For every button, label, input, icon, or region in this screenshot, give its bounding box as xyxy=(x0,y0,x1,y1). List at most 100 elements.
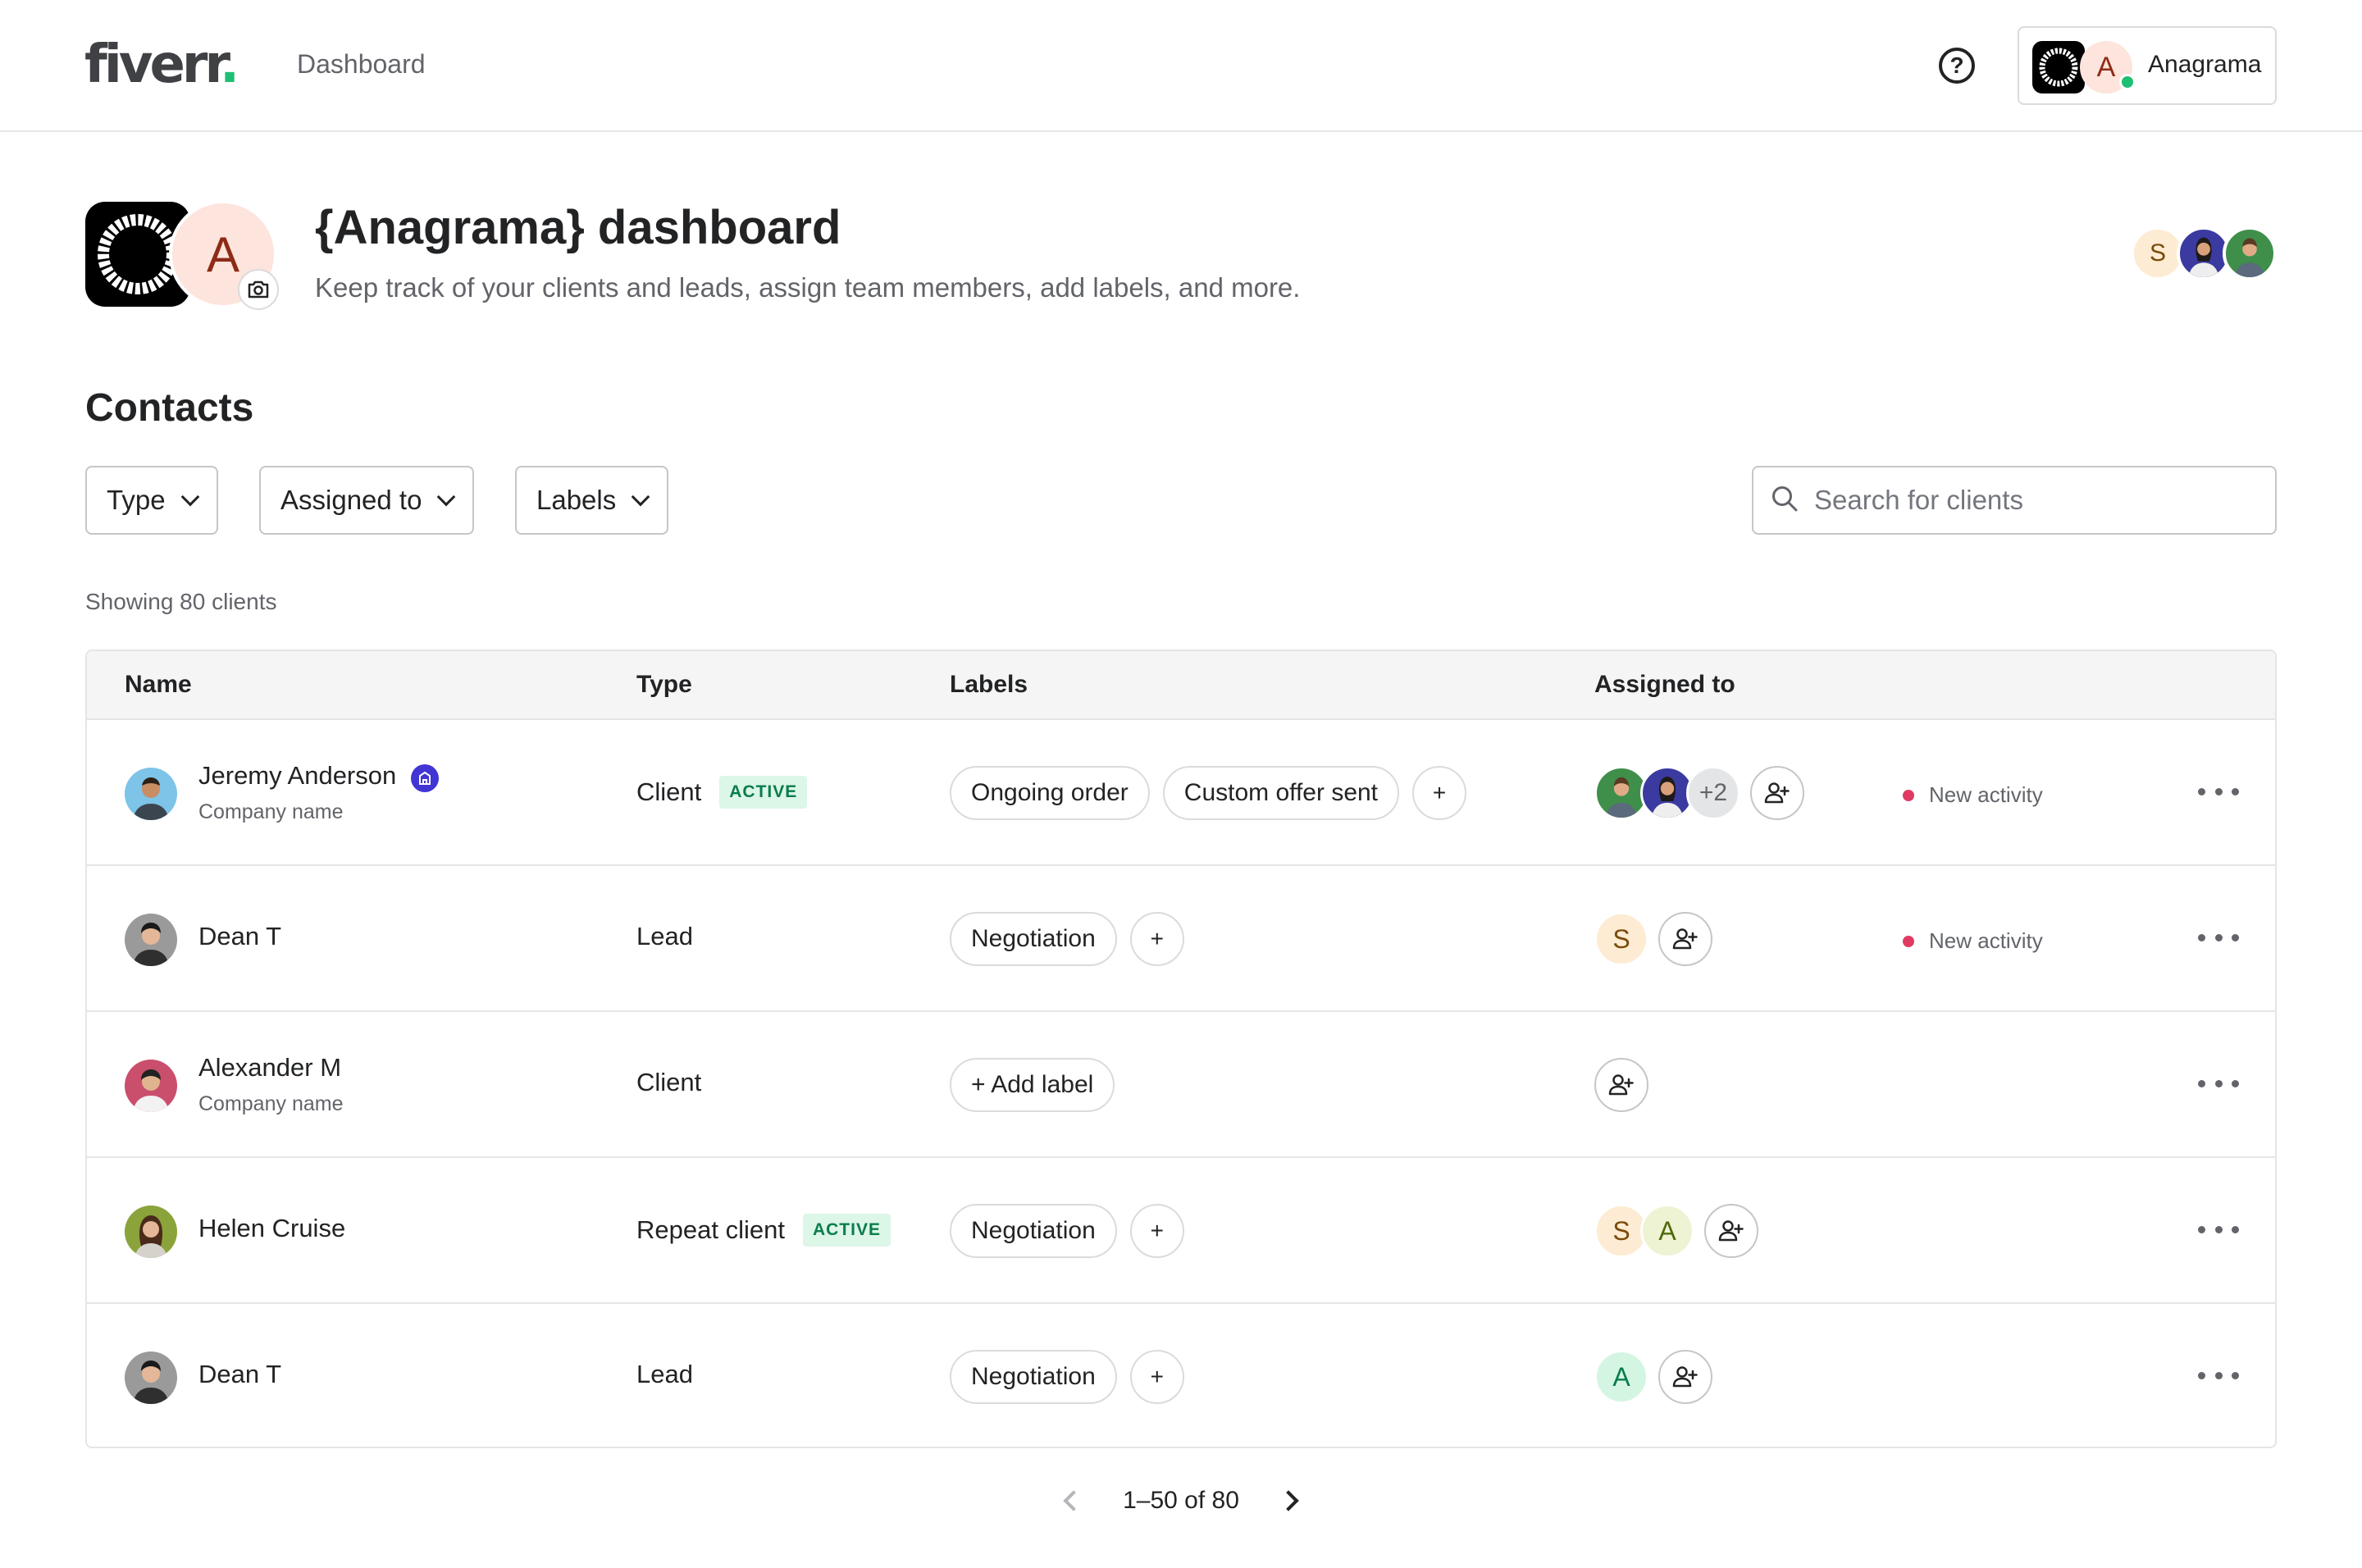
pagination-range: 1–50 of 80 xyxy=(1123,1487,1239,1514)
column-header-type[interactable]: Type xyxy=(636,671,692,699)
contact-avatar xyxy=(125,1351,177,1404)
labels-group: + Add label xyxy=(950,1058,1115,1112)
contact-type: Repeat client ACTIVE xyxy=(636,1214,891,1247)
more-assignees-count[interactable]: +2 xyxy=(1686,766,1740,820)
table-row[interactable]: Dean T Lead Negotiation + S New activity xyxy=(87,866,2275,1012)
contact-name[interactable]: Alexander M xyxy=(198,1053,341,1083)
column-header-labels[interactable]: Labels xyxy=(950,671,1028,699)
activity-text: New activity xyxy=(1929,928,2043,953)
contact-avatar xyxy=(125,914,177,966)
contact-type: Lead xyxy=(636,922,693,951)
add-assignee-button[interactable] xyxy=(1750,766,1804,820)
assignee-avatar[interactable]: S xyxy=(1594,912,1648,966)
person-add-icon xyxy=(1672,928,1698,950)
search-icon xyxy=(1770,484,1799,517)
results-count: Showing 80 clients xyxy=(85,589,277,614)
filter-assigned-dropdown[interactable]: Assigned to xyxy=(259,466,475,535)
column-header-name[interactable]: Name xyxy=(125,671,192,699)
add-label-button[interactable]: + xyxy=(1129,1204,1184,1258)
contact-company: Company name xyxy=(198,800,344,823)
activity-text: New activity xyxy=(1929,782,2043,807)
assigned-members: S xyxy=(1594,912,1712,966)
page-subtitle: Keep track of your clients and leads, as… xyxy=(315,272,1301,303)
assignee-avatar[interactable]: A xyxy=(1594,1350,1648,1404)
help-glyph: ? xyxy=(1949,52,1964,78)
table-row[interactable]: Jeremy Anderson Company name Client ACTI… xyxy=(87,720,2275,866)
assigned-members xyxy=(1594,1058,1648,1112)
contact-type: Lead xyxy=(636,1360,693,1389)
team-members-avatars[interactable]: S xyxy=(2131,226,2277,280)
more-options-icon[interactable] xyxy=(2198,1363,2239,1388)
contact-name[interactable]: Jeremy Anderson xyxy=(198,761,396,791)
more-options-icon[interactable] xyxy=(2198,925,2239,950)
type-label: Client xyxy=(636,777,702,806)
online-status-dot xyxy=(2119,74,2136,90)
person-add-icon xyxy=(1672,1366,1698,1388)
add-assignee-button[interactable] xyxy=(1658,912,1712,966)
contact-name[interactable]: Helen Cruise xyxy=(198,1214,345,1243)
more-options-icon[interactable] xyxy=(2198,1071,2239,1096)
pagination: 1–50 of 80 xyxy=(1063,1483,1299,1519)
contacts-table: Name Type Labels Assigned to Jeremy Ande… xyxy=(85,650,2277,1448)
labels-group: Ongoing order Custom offer sent + xyxy=(950,766,1467,820)
filter-type-dropdown[interactable]: Type xyxy=(85,466,218,535)
assigned-members: S A xyxy=(1594,1204,1758,1258)
filter-labels-dropdown[interactable]: Labels xyxy=(515,466,669,535)
contact-type: Client xyxy=(636,1068,701,1097)
verified-business-badge-icon xyxy=(411,764,439,792)
more-options-icon[interactable] xyxy=(2198,1217,2239,1242)
account-name: Anagrama xyxy=(2148,51,2262,78)
add-label-button[interactable]: + xyxy=(1129,1350,1184,1404)
add-assignee-button[interactable] xyxy=(1594,1058,1648,1112)
table-row[interactable]: Dean T Lead Negotiation + A xyxy=(87,1304,2275,1447)
nav-dashboard-link[interactable]: Dashboard xyxy=(297,49,426,80)
page-title: {Anagrama} dashboard xyxy=(315,201,841,254)
more-options-icon[interactable] xyxy=(2198,779,2239,804)
labels-group: Negotiation + xyxy=(950,1204,1184,1258)
anagrama-logo-icon xyxy=(2032,41,2085,93)
label-chip[interactable]: Negotiation xyxy=(950,1204,1117,1258)
chevron-left-icon[interactable] xyxy=(1063,1490,1084,1511)
labels-group: Negotiation + xyxy=(950,912,1184,966)
assignee-avatar[interactable]: A xyxy=(1640,1204,1694,1258)
table-header: Name Type Labels Assigned to xyxy=(87,651,2275,720)
add-assignee-button[interactable] xyxy=(1658,1350,1712,1404)
table-row[interactable]: Alexander M Company name Client + Add la… xyxy=(87,1012,2275,1158)
camera-icon[interactable] xyxy=(238,269,279,310)
add-label-button[interactable]: + xyxy=(1412,766,1467,820)
label-chip[interactable]: Negotiation xyxy=(950,1350,1117,1404)
assigned-members: +2 xyxy=(1594,766,1804,820)
label-chip[interactable]: Negotiation xyxy=(950,912,1117,966)
search-box[interactable] xyxy=(1752,466,2277,535)
question-mark-circle-icon[interactable]: ? xyxy=(1939,48,1975,84)
contact-name[interactable]: Dean T xyxy=(198,922,281,951)
active-status-badge: ACTIVE xyxy=(802,1214,891,1247)
table-row[interactable]: Helen Cruise Repeat client ACTIVE Negoti… xyxy=(87,1158,2275,1304)
labels-group: Negotiation + xyxy=(950,1350,1184,1404)
type-label: Lead xyxy=(636,922,693,950)
label-chip[interactable]: Custom offer sent xyxy=(1162,766,1400,820)
account-switcher-button[interactable]: A Anagrama xyxy=(2018,26,2277,105)
type-label: Repeat client xyxy=(636,1215,785,1244)
activity-dot xyxy=(1903,789,1914,801)
team-avatar-photo xyxy=(2223,226,2277,280)
chevron-down-icon xyxy=(631,487,650,507)
column-header-assigned[interactable]: Assigned to xyxy=(1594,671,1735,699)
person-add-icon xyxy=(1608,1074,1634,1096)
top-navigation-bar: fiverr. Dashboard ? A Anagrama xyxy=(0,0,2362,132)
person-add-icon xyxy=(1764,782,1790,804)
new-activity-indicator: New activity xyxy=(1903,928,2043,954)
contacts-section-title: Contacts xyxy=(85,386,254,430)
chevron-right-icon[interactable] xyxy=(1278,1490,1299,1511)
chevron-down-icon xyxy=(437,487,456,507)
add-label-button[interactable]: + xyxy=(1129,912,1184,966)
assigned-members: A xyxy=(1594,1350,1712,1404)
label-chip[interactable]: Ongoing order xyxy=(950,766,1150,820)
contact-avatar xyxy=(125,768,177,820)
add-label-chip[interactable]: + Add label xyxy=(950,1058,1115,1112)
fiverr-logo[interactable]: fiverr. xyxy=(84,34,239,95)
contact-name[interactable]: Dean T xyxy=(198,1360,281,1389)
filter-label: Labels xyxy=(536,485,617,515)
search-input[interactable] xyxy=(1814,485,2257,516)
add-assignee-button[interactable] xyxy=(1704,1204,1758,1258)
